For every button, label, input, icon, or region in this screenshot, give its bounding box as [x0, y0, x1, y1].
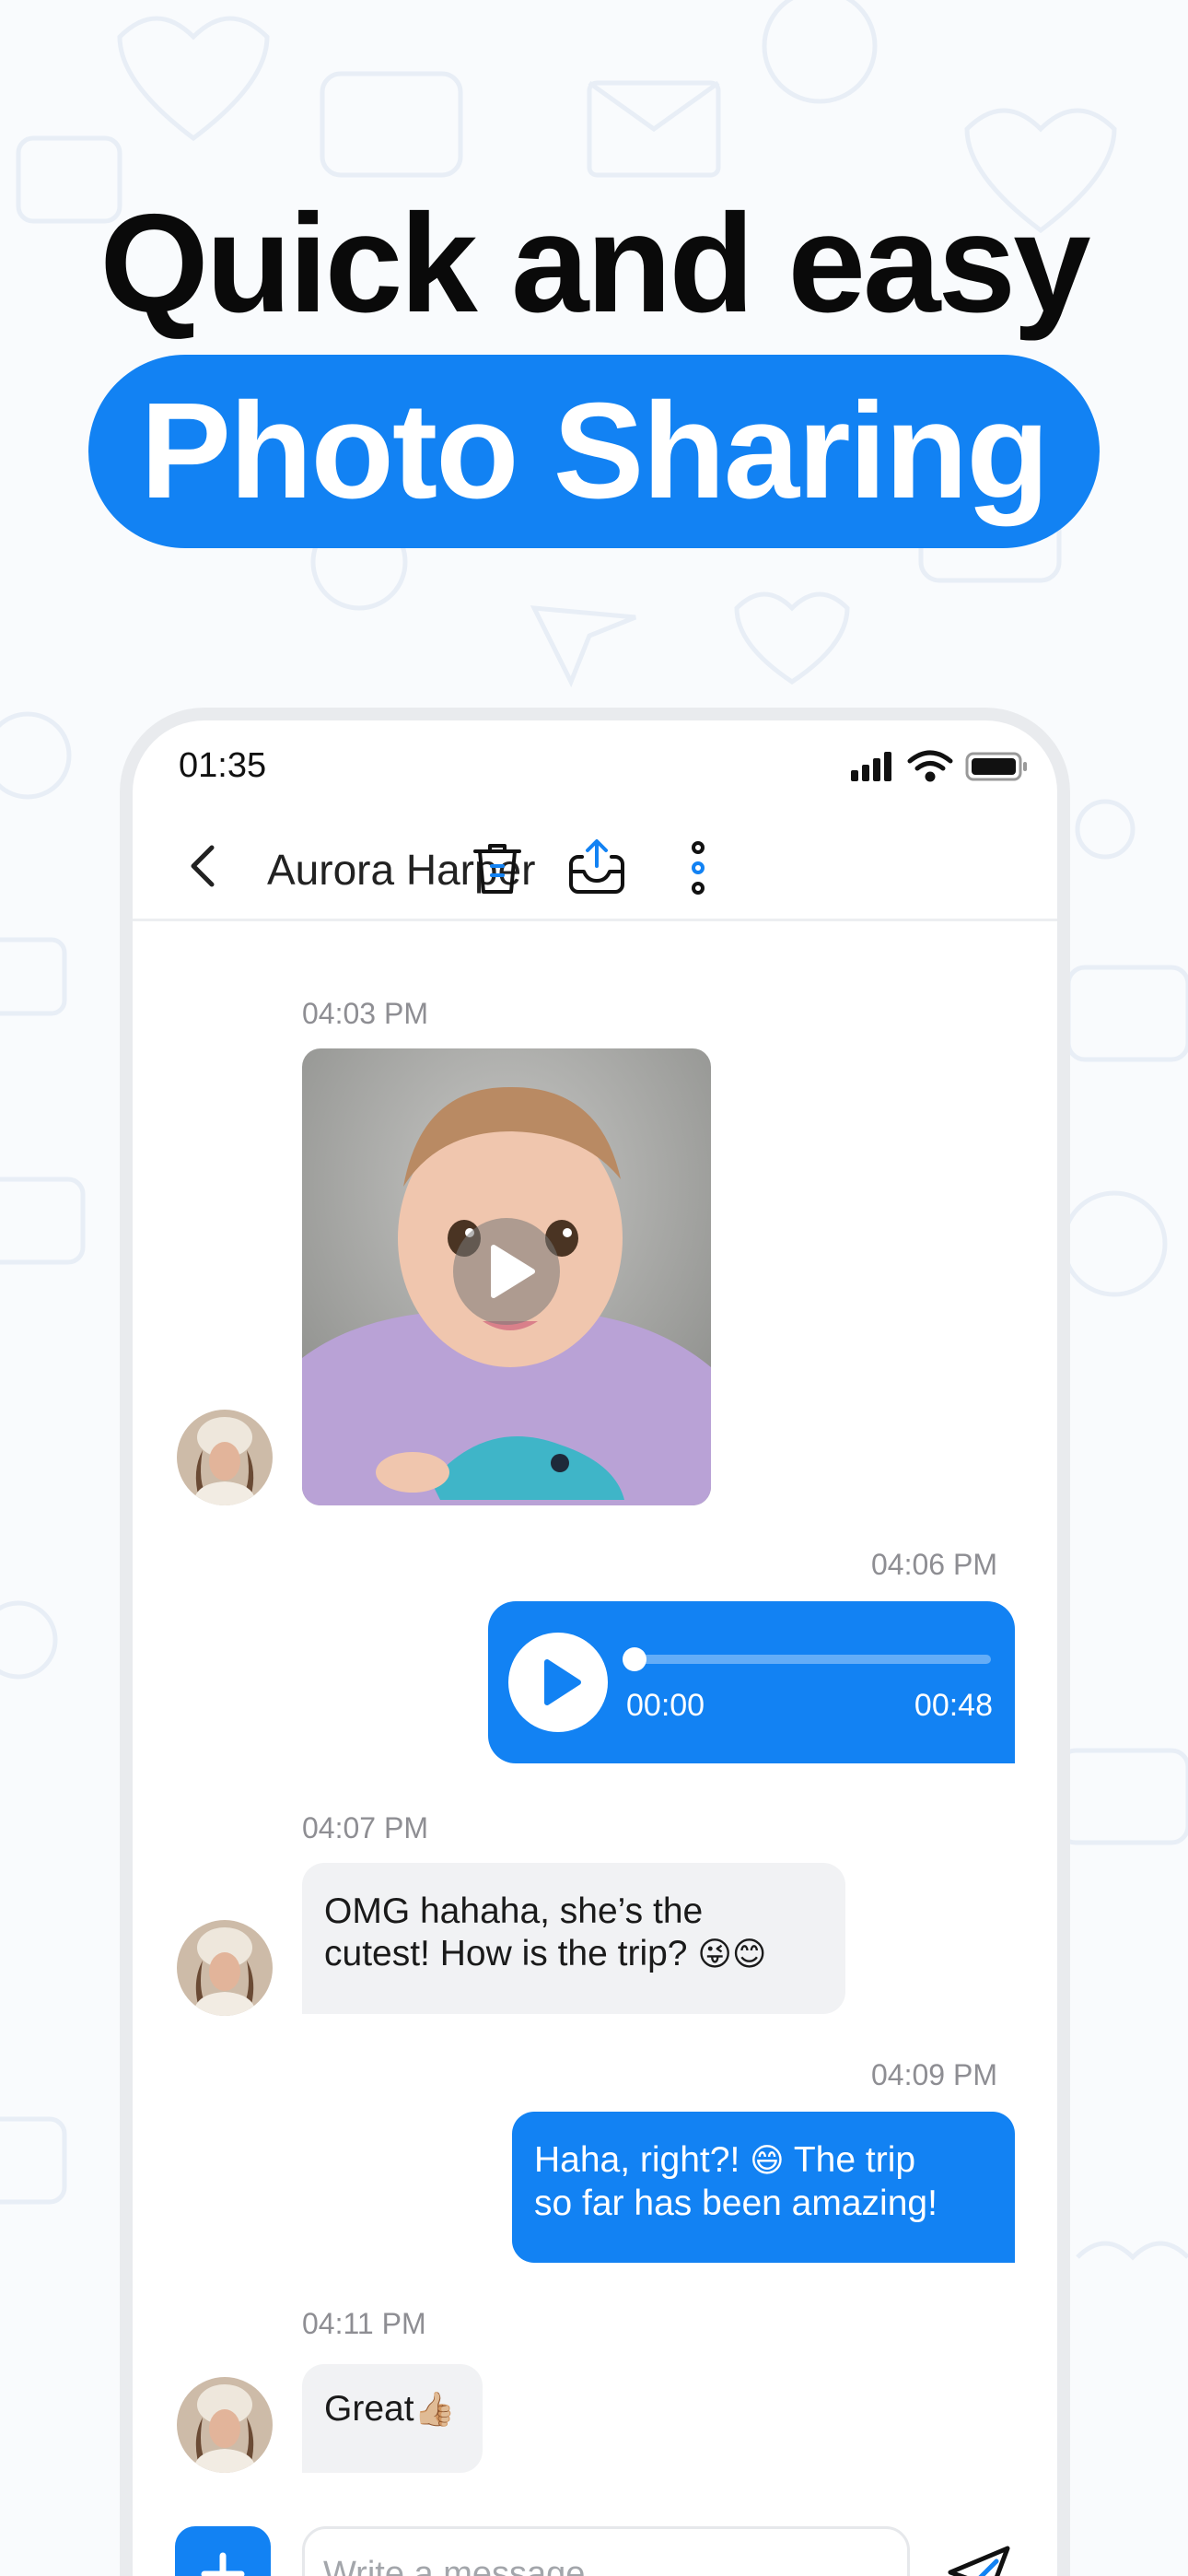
battery-icon — [965, 752, 1027, 781]
message-text: Great — [324, 2389, 414, 2429]
voice-duration: 00:48 — [914, 1688, 993, 1723]
play-icon — [491, 1245, 535, 1298]
message-text-line: so far has been amazing! — [534, 2184, 938, 2223]
message-timestamp: 04:06 PM — [871, 1548, 997, 1581]
voice-message: 00:00 00:48 — [488, 1601, 1015, 1763]
avatar[interactable] — [177, 2377, 273, 2473]
video-play-button[interactable] — [453, 1218, 560, 1325]
outgoing-text-message[interactable]: Haha, right?! 😄 The trip so far has been… — [512, 2112, 1015, 2263]
promo-highlight-pill: Photo Sharing — [88, 355, 1100, 548]
back-icon[interactable] — [177, 838, 232, 894]
message-composer — [133, 2508, 1057, 2576]
more-vertical-icon[interactable] — [665, 835, 731, 901]
avatar[interactable] — [177, 1410, 273, 1505]
voice-play-button[interactable] — [508, 1633, 608, 1732]
message-timestamp: 04:11 PM — [302, 2307, 426, 2340]
incoming-text-message[interactable]: Great👍🏼 — [302, 2364, 483, 2473]
message-emoji: 😜😊 — [697, 1936, 767, 1973]
message-text-line: OMG hahaha, she’s the — [324, 1891, 704, 1931]
chat-header: Aurora Harper — [133, 813, 1057, 921]
play-icon — [544, 1659, 581, 1705]
avatar[interactable] — [177, 1920, 273, 2016]
voice-progress-knob[interactable] — [623, 1647, 646, 1671]
incoming-text-message[interactable]: OMG hahaha, she’s the cutest! How is the… — [302, 1863, 845, 2014]
add-attachment-button[interactable] — [175, 2526, 271, 2576]
send-icon[interactable] — [943, 2541, 1017, 2576]
message-timestamp: 04:09 PM — [871, 2058, 997, 2091]
wifi-icon — [907, 750, 953, 782]
promo-highlight-text: Photo Sharing — [140, 375, 1049, 527]
voice-progress-track[interactable] — [626, 1655, 991, 1664]
plus-icon — [201, 2552, 245, 2576]
video-message[interactable] — [302, 1048, 711, 1505]
message-emoji: 👍🏼 — [413, 2391, 456, 2429]
promo-headline: Quick and easy — [99, 185, 1090, 342]
voice-elapsed: 00:00 — [626, 1688, 705, 1723]
chat-screen: 01:35 Aurora Harper 04:03 PM 04:06 PM 00… — [133, 720, 1057, 2576]
message-text-line: Haha, right?! 😄 The trip — [534, 2140, 916, 2180]
message-timestamp: 04:03 PM — [302, 997, 428, 1030]
trash-icon[interactable] — [464, 835, 530, 901]
status-time: 01:35 — [179, 746, 267, 785]
message-text-line: cutest! How is the trip? 😜😊 — [324, 1934, 767, 1973]
status-icons — [851, 750, 1027, 782]
phone-frame: 01:35 Aurora Harper 04:03 PM 04:06 PM 00… — [120, 708, 1070, 2576]
message-input[interactable] — [302, 2526, 910, 2576]
signal-icon — [851, 752, 891, 781]
share-inbox-icon[interactable] — [564, 835, 630, 901]
message-timestamp: 04:07 PM — [302, 1811, 428, 1844]
message-emoji: 😄 — [750, 2142, 785, 2180]
